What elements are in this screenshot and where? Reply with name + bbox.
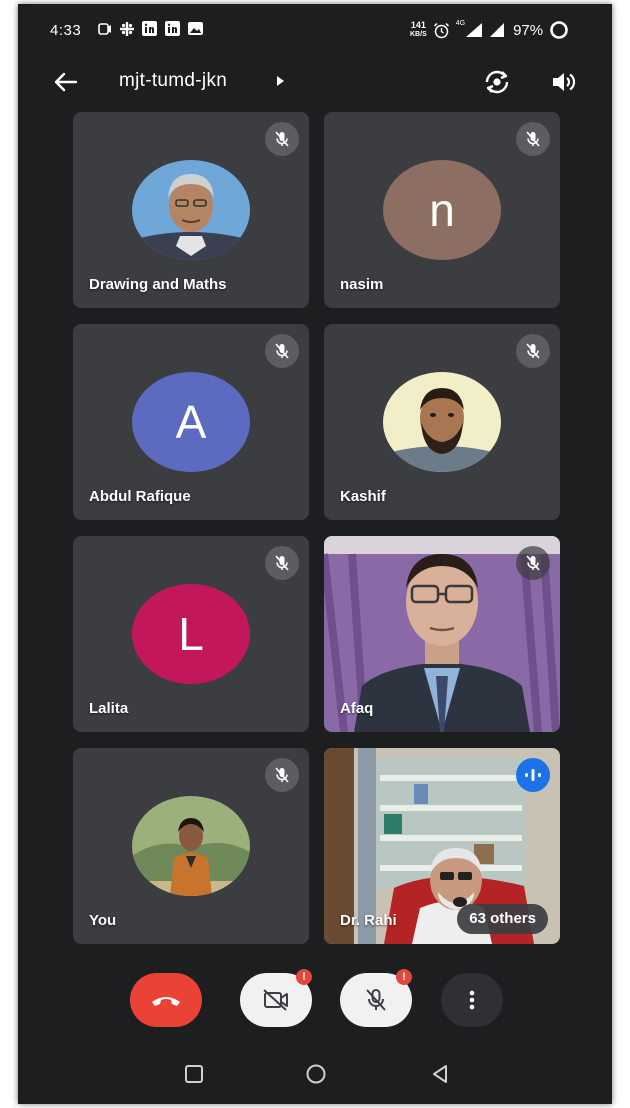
- participant-name: Kashif: [340, 488, 386, 505]
- participant-video-tile[interactable]: Dr. Rahi 63 others: [324, 748, 560, 944]
- camera-warning-icon: !: [296, 969, 312, 985]
- end-call-icon: [152, 997, 180, 1006]
- speaking-indicator-icon: [516, 758, 550, 792]
- camera-toggle-button[interactable]: !: [240, 969, 312, 1027]
- status-clock: 4:33: [50, 22, 82, 39]
- gallery-icon: [188, 22, 203, 35]
- recents-button[interactable]: [178, 1058, 210, 1090]
- participant-name: Lalita: [89, 700, 129, 717]
- participant-tile[interactable]: A Abdul Rafique: [73, 324, 309, 520]
- system-icons: 141 KB/S 4G 97%: [410, 20, 569, 40]
- signal-icon: [490, 23, 505, 37]
- mic-off-icon: [265, 758, 299, 792]
- end-call-button[interactable]: [130, 973, 202, 1027]
- participant-tile[interactable]: n nasim: [324, 112, 560, 308]
- network-type-label: 4G: [455, 20, 466, 27]
- participant-video-tile[interactable]: Afaq: [324, 536, 560, 732]
- signal-icon: [466, 23, 483, 37]
- android-nav-bar: [18, 1040, 612, 1104]
- linkedin-icon: [142, 21, 157, 36]
- mic-off-icon: [516, 334, 550, 368]
- net-speed-value: 141: [410, 20, 426, 30]
- participant-name: You: [89, 912, 117, 929]
- switch-camera-button[interactable]: [481, 66, 513, 98]
- mic-warning-icon: !: [396, 969, 412, 985]
- participant-photo: [383, 372, 501, 472]
- battery-icon: [550, 21, 568, 39]
- meeting-top-bar: mjt-tumd-jkn: [18, 56, 612, 108]
- others-count-chip[interactable]: 63 others: [457, 904, 548, 934]
- avatar-letter: L: [132, 584, 250, 684]
- mic-off-icon: [366, 989, 386, 1011]
- caret-right-icon[interactable]: [277, 76, 284, 86]
- back-arrow-icon: [54, 72, 78, 92]
- avatar-initial: L: [178, 608, 204, 660]
- status-bar: 4:33 141 KB/S 4G 97%: [18, 4, 612, 56]
- mic-off-icon: [516, 546, 550, 580]
- meeting-code[interactable]: mjt-tumd-jkn: [119, 70, 227, 92]
- more-options-icon: [469, 990, 475, 1010]
- participant-tile[interactable]: Kashif: [324, 324, 560, 520]
- phone-screen: 4:33 141 KB/S 4G 97% mjt-tumd-jkn Drawin…: [18, 4, 612, 1104]
- participant-name: Abdul Rafique: [89, 488, 191, 505]
- alarm-icon: [433, 22, 449, 38]
- mic-toggle-button[interactable]: !: [340, 969, 412, 1027]
- camera-off-icon: [263, 989, 288, 1011]
- avatar-initial: n: [429, 184, 455, 236]
- back-triangle-icon: [433, 1065, 447, 1083]
- participant-name: Dr. Rahi: [340, 912, 397, 929]
- mic-off-icon: [265, 122, 299, 156]
- home-button[interactable]: [300, 1058, 332, 1090]
- participant-name: nasim: [340, 276, 384, 293]
- participant-tile[interactable]: Drawing and Maths: [73, 112, 309, 308]
- participant-name: Afaq: [340, 700, 374, 717]
- audio-output-button[interactable]: [547, 66, 579, 98]
- recents-square-icon: [185, 1065, 203, 1083]
- avatar-letter: n: [383, 160, 501, 260]
- participant-name: Drawing and Maths: [89, 276, 227, 293]
- speaker-icon: [553, 73, 576, 91]
- net-speed-unit: KB/S: [410, 31, 427, 38]
- participant-photo: [132, 796, 250, 896]
- home-circle-icon: [306, 1064, 326, 1084]
- mic-off-icon: [265, 334, 299, 368]
- net-speed: 141 KB/S: [410, 21, 427, 39]
- avatar-initial: A: [175, 396, 207, 448]
- participant-photo: [132, 160, 250, 260]
- grid-app-icon: [120, 21, 134, 36]
- participant-tile[interactable]: L Lalita: [73, 536, 309, 732]
- back-button[interactable]: [50, 66, 82, 98]
- nav-back-button[interactable]: [424, 1058, 456, 1090]
- linkedin-icon: [165, 21, 180, 36]
- mic-off-icon: [265, 546, 299, 580]
- more-options-button[interactable]: [441, 973, 503, 1027]
- screen-record-icon: [98, 22, 111, 35]
- avatar-letter: A: [132, 372, 250, 472]
- battery-percent: 97%: [513, 21, 544, 39]
- notification-icons: [98, 21, 203, 36]
- mic-off-icon: [516, 122, 550, 156]
- participant-tile[interactable]: You: [73, 748, 309, 944]
- switch-camera-icon: [485, 70, 509, 94]
